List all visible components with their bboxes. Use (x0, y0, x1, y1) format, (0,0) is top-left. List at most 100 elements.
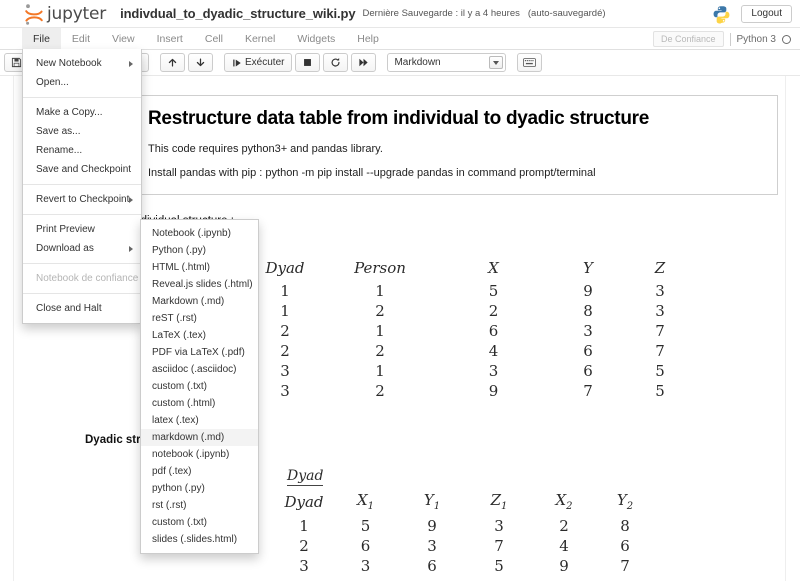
col-dyad: Dyad (275, 490, 333, 516)
file-menu-dropdown[interactable]: New Notebook Open... Make a Copy... Save… (22, 49, 142, 324)
col-base: X (356, 491, 368, 509)
notebook-title[interactable]: indivdual_to_dyadic_structure_wiki.py (120, 6, 356, 21)
download-notebook-lower-ipynb[interactable]: notebook (.ipynb) (141, 446, 258, 463)
col-x1: X1 (333, 490, 398, 516)
table-row: 2 6 3 7 4 6 (275, 536, 654, 556)
cell: 1 (375, 322, 385, 340)
cell: 7 (655, 322, 665, 340)
dyadic-structure-table: Dyad X1 Y1 Z1 X2 Y2 1 5 9 3 2 8 2 6 3 7 … (275, 490, 654, 576)
jupyter-logo[interactable]: jupyter (24, 3, 106, 25)
cell: 3 (655, 302, 665, 320)
menu-edit[interactable]: Edit (61, 28, 101, 49)
col-base: Z (490, 491, 502, 509)
download-slides-html[interactable]: slides (.slides.html) (141, 531, 258, 548)
col-sub: 2 (566, 501, 573, 512)
command-palette-icon[interactable] (517, 53, 543, 72)
download-asciidoc[interactable]: asciidoc (.asciidoc) (141, 361, 258, 378)
download-python-py[interactable]: Python (.py) (141, 242, 258, 259)
chevron-right-icon (129, 60, 133, 67)
move-down-icon[interactable] (188, 53, 213, 72)
download-custom-html[interactable]: custom (.html) (141, 395, 258, 412)
menu-kernel[interactable]: Kernel (234, 28, 286, 49)
file-menu-new-notebook[interactable]: New Notebook (23, 54, 141, 73)
move-up-icon[interactable] (160, 53, 185, 72)
download-markdown-lower-md[interactable]: markdown (.md) (141, 429, 258, 446)
requirements-text: This code requires python3+ and pandas l… (148, 142, 383, 155)
download-pdf-via-latex[interactable]: PDF via LaTeX (.pdf) (141, 344, 258, 361)
col-y1: Y1 (398, 490, 466, 516)
status-divider (729, 32, 731, 46)
file-menu-rename[interactable]: Rename... (23, 141, 141, 160)
col-z: Z (654, 259, 666, 277)
download-notebook-ipynb[interactable]: Notebook (.ipynb) (141, 225, 258, 242)
download-revealjs-slides[interactable]: Reveal.js slides (.html) (141, 276, 258, 293)
individual-structure-table: Dyad Person X Y Z 1 1 5 9 3 1 2 2 8 3 2 … (246, 258, 695, 401)
download-latex-tex[interactable]: LaTeX (.tex) (141, 327, 258, 344)
stop-icon[interactable] (295, 53, 321, 72)
dyadic-table-caption: Dyad (287, 468, 324, 486)
menu-widgets[interactable]: Widgets (286, 28, 346, 49)
menu-insert[interactable]: Insert (146, 28, 194, 49)
menu-view[interactable]: View (101, 28, 146, 49)
cell: 6 (583, 342, 593, 360)
col-y: Y (583, 259, 593, 277)
file-menu-make-a-copy[interactable]: Make a Copy... (23, 103, 141, 122)
cell: 2 (488, 302, 499, 320)
cell: 3 (488, 362, 499, 380)
cell: 3 (583, 322, 593, 340)
table-row: 2 2 4 6 7 (246, 341, 695, 361)
file-menu-download-as[interactable]: Download as (23, 239, 141, 258)
col-x2: X2 (532, 490, 596, 516)
file-menu-save-and-checkpoint[interactable]: Save and Checkpoint (23, 160, 141, 179)
restart-run-all-icon[interactable] (351, 53, 377, 72)
download-custom-txt-1[interactable]: custom (.txt) (141, 378, 258, 395)
cell: 8 (583, 302, 593, 320)
download-python-lower-py[interactable]: python (.py) (141, 480, 258, 497)
download-markdown-md[interactable]: Markdown (.md) (141, 293, 258, 310)
col-base: X (555, 491, 567, 509)
jupyter-notebook-window: jupyter indivdual_to_dyadic_structure_wi… (0, 0, 800, 581)
file-menu-revert-to-checkpoint[interactable]: Revert to Checkpoint (23, 190, 141, 209)
file-menu-print-preview[interactable]: Print Preview (23, 220, 141, 239)
cell: 1 (375, 362, 385, 380)
menu-cell[interactable]: Cell (194, 28, 234, 49)
col-x: X (488, 259, 499, 277)
download-pdf-tex[interactable]: pdf (.tex) (141, 463, 258, 480)
menu-label: New Notebook (36, 58, 102, 69)
header-right-controls: Logout (712, 0, 792, 28)
file-menu-save-as[interactable]: Save as... (23, 122, 141, 141)
menu-bar-status: De Confiance Python 3 (652, 28, 796, 50)
download-rst-lower[interactable]: rst (.rst) (141, 497, 258, 514)
chevron-right-icon (129, 196, 133, 203)
download-latex-lower-tex[interactable]: latex (.tex) (141, 412, 258, 429)
kernel-indicator-name[interactable]: Python 3 (737, 34, 776, 45)
table-row: 1 2 2 8 3 (246, 301, 695, 321)
cell: 1 (299, 517, 309, 535)
download-as-submenu[interactable]: Notebook (.ipynb) Python (.py) HTML (.ht… (140, 219, 259, 554)
download-custom-txt-2[interactable]: custom (.txt) (141, 514, 258, 531)
table-header-row: Dyad Person X Y Z (246, 258, 695, 281)
file-menu-open[interactable]: Open... (23, 73, 141, 92)
col-sub: 1 (433, 501, 441, 512)
table-row: 1 5 9 3 2 8 (275, 516, 654, 536)
page-left-edge (13, 76, 14, 581)
download-html[interactable]: HTML (.html) (141, 259, 258, 276)
chevron-down-icon[interactable] (489, 56, 504, 69)
run-glyph-icon (233, 59, 241, 66)
logout-button[interactable]: Logout (741, 5, 792, 23)
file-menu-close-and-halt[interactable]: Close and Halt (23, 299, 141, 318)
menu-help[interactable]: Help (346, 28, 390, 49)
download-rest-rst[interactable]: reST (.rst) (141, 310, 258, 327)
cell: 9 (427, 517, 437, 535)
cell: 2 (299, 537, 309, 555)
cell: 7 (583, 382, 593, 400)
cell: 4 (559, 537, 569, 555)
cell-type-select[interactable]: Markdown (387, 53, 507, 72)
restart-icon[interactable] (323, 53, 349, 72)
markdown-cell[interactable]: Restructure data table from individual t… (131, 95, 778, 196)
cell: 6 (583, 362, 593, 380)
col-base: Y (423, 491, 434, 509)
run-button[interactable]: Exécuter (224, 53, 293, 72)
menu-file[interactable]: File (22, 28, 61, 49)
col-base: Dyad (284, 492, 324, 511)
